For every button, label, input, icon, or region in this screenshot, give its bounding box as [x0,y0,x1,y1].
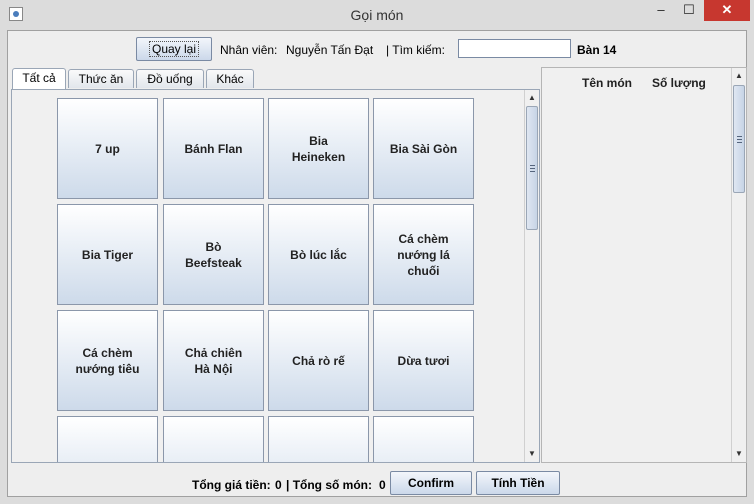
scroll-down-arrow-icon[interactable]: ▼ [732,447,746,461]
close-button[interactable]: ✕ [704,0,750,21]
menu-item[interactable]: Mực sate [373,416,474,462]
top-bar: Quay lại Nhân viên: Nguyễn Tấn Đạt | Tìm… [8,31,746,67]
window-title: Gọi món [350,7,404,23]
scroll-down-arrow-icon[interactable]: ▼ [525,447,539,461]
menu-item[interactable]: Chả rò rế [268,310,369,411]
order-scrollbar[interactable]: ▲ ▼ [731,68,746,462]
total-count-label: | Tổng số món: [286,478,373,492]
menu-item[interactable] [268,416,369,462]
confirm-button[interactable]: Confirm [390,471,472,495]
table-label: Bàn 14 [577,43,617,57]
column-header-name: Tên món [582,76,632,90]
title-bar: Gọi món – ☐ ✕ [0,0,754,30]
scroll-thumb[interactable] [733,85,745,193]
order-panel: Tên món Số lượng ▲ ▼ [541,67,747,463]
menu-item[interactable]: Bò Beefsteak [163,204,264,305]
menu-scrollbar[interactable]: ▲ ▼ [524,90,539,462]
column-header-quantity: Số lượng [652,76,706,90]
tab-all[interactable]: Tất cả [12,68,66,89]
menu-item[interactable]: Bánh Flan [163,98,264,199]
menu-item[interactable]: 7 up [57,98,158,199]
back-button[interactable]: Quay lại [136,37,212,61]
menu-item[interactable]: Bia Sài Gòn [373,98,474,199]
scroll-thumb[interactable] [526,106,538,230]
calculate-bill-button[interactable]: Tính Tiền [476,471,560,495]
menu-item[interactable]: Bò lúc lắc [268,204,369,305]
menu-item[interactable]: Chả chiên Hà Nội [163,310,264,411]
menu-item[interactable]: Cá chèm nướng lá chuối [373,204,474,305]
scroll-up-arrow-icon[interactable]: ▲ [525,91,539,105]
scroll-up-arrow-icon[interactable]: ▲ [732,69,746,83]
staff-label: Nhân viên: [220,43,278,57]
menu-item[interactable] [163,416,264,462]
menu-item[interactable]: Bia Heineken [268,98,369,199]
back-button-label: Quay lại [148,41,200,57]
tab-food[interactable]: Thức ăn [68,69,134,88]
menu-item[interactable]: Kem [57,416,158,462]
total-price-label: Tổng giá tiền: [192,478,271,492]
tab-other[interactable]: Khác [206,69,254,88]
search-input[interactable] [458,39,571,58]
menu-item[interactable]: Bia Tiger [57,204,158,305]
tab-drinks[interactable]: Đồ uống [136,69,204,88]
search-label: | Tìm kiếm: [386,43,445,57]
total-price-value: 0 [275,478,282,492]
footer-bar: Tổng giá tiền: 0 | Tổng số món: 0 Confir… [8,465,746,497]
main-frame: Quay lại Nhân viên: Nguyễn Tấn Đạt | Tìm… [7,30,747,497]
staff-name: Nguyễn Tấn Đạt [286,43,374,57]
total-count-value: 0 [379,478,386,492]
menu-panel: 7 up Bánh Flan Bia Heineken Bia Sài Gòn … [11,89,540,463]
menu-item[interactable]: Cá chèm nướng tiêu [57,310,158,411]
menu-item[interactable]: Dừa tươi [373,310,474,411]
maximize-button[interactable]: ☐ [676,0,702,21]
minimize-button[interactable]: – [648,0,674,21]
